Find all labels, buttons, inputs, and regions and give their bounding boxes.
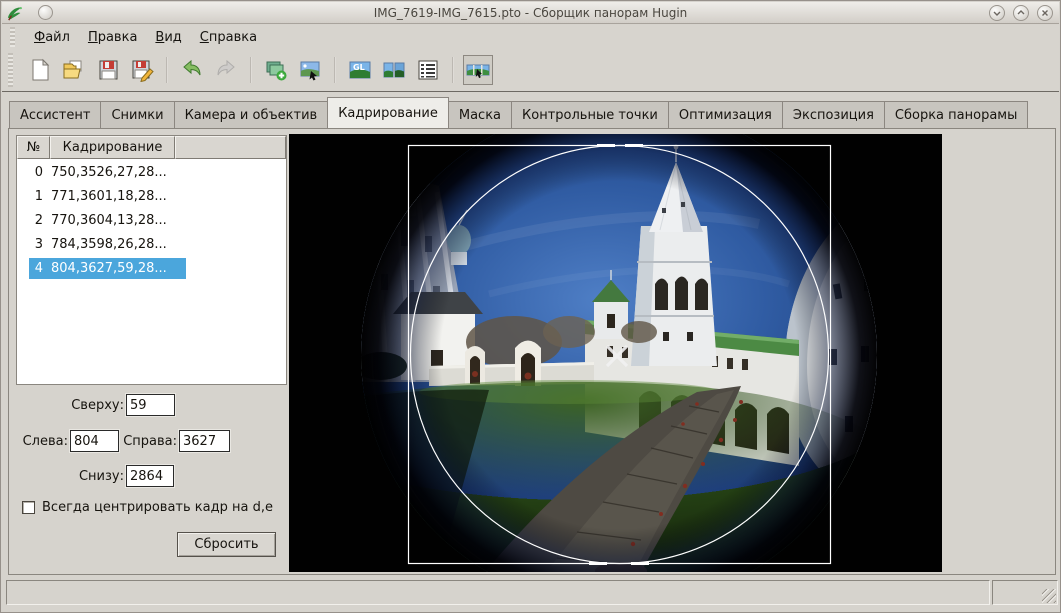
statusbar [2,577,1059,611]
crop-bottom-input[interactable] [126,465,174,487]
right-field-label: Справа: [118,434,177,449]
row-image-number: 4 [29,261,51,276]
bottom-field-label: Снизу: [49,469,124,484]
row-image-number: 2 [29,213,51,228]
close-button[interactable] [1037,5,1053,21]
row-image-number: 0 [29,165,51,180]
tab-camera-lens[interactable]: Камера и объектив [174,101,329,128]
minimize-button[interactable] [989,5,1005,21]
titlebar[interactable]: IMG_7619-IMG_7615.pto - Сборщик панорам … [2,2,1059,24]
svg-text:GL: GL [353,63,365,72]
crop-list-row[interactable]: 3784,3598,26,28... [29,234,186,255]
row-image-number: 3 [29,237,51,252]
toolbar-separator [250,57,252,83]
column-header-number[interactable]: № [17,136,50,159]
tab-crop[interactable]: Кадрирование [327,97,449,128]
hugin-window: IMG_7619-IMG_7615.pto - Сборщик панорам … [0,0,1061,613]
status-message-area [6,580,990,605]
column-header-empty[interactable] [175,136,286,159]
window-title: IMG_7619-IMG_7615.pto - Сборщик панорам … [2,6,1059,20]
titlebar-menu-button[interactable] [38,5,53,20]
column-header-crop[interactable]: Кадрирование [50,136,175,159]
crop-tab-panel: № Кадрирование 0750,3526,27,28...1771,36… [8,128,1056,575]
crop-image-canvas[interactable] [289,134,942,572]
crop-list-row[interactable]: 2770,3604,13,28... [29,210,186,231]
row-crop-value: 771,3601,18,28... [51,189,167,204]
crop-right-input[interactable] [179,430,230,452]
row-image-number: 1 [29,189,51,204]
crop-list-row[interactable]: 1771,3601,18,28... [29,186,186,207]
redo-icon[interactable] [211,55,241,85]
row-crop-value: 770,3604,13,28... [51,213,167,228]
menu-help[interactable]: Справка [191,27,266,48]
undo-icon[interactable] [177,55,207,85]
menubar-gripper[interactable] [10,27,15,46]
menu-edit[interactable]: Правка [79,27,146,48]
tab-stitcher[interactable]: Сборка панорамы [884,101,1028,128]
gl-preview-icon[interactable]: GL [345,55,375,85]
add-images-icon[interactable] [261,55,291,85]
menu-file[interactable]: Файл [25,27,79,48]
toolbar-separator [166,57,168,83]
tabbar: АссистентСнимкиКамера и объективКадриров… [2,92,1059,128]
top-field-label: Сверху: [49,398,124,413]
toolbar: GL [2,49,1059,92]
tab-mask[interactable]: Маска [448,101,512,128]
panorama-editor-icon[interactable] [463,55,493,85]
center-crop-checkbox-label: Всегда центрировать кадр на d,e [42,500,273,515]
toolbar-separator [334,57,336,83]
control-points-list-icon[interactable] [413,55,443,85]
preview-panorama-icon[interactable] [379,55,409,85]
hugin-logo-icon [6,5,24,21]
toolbar-separator [452,57,454,83]
maximize-button[interactable] [1013,5,1029,21]
crop-list-row[interactable]: 4804,3627,59,28... [29,258,186,279]
row-crop-value: 784,3598,26,28... [51,237,167,252]
tab-optimizer[interactable]: Оптимизация [668,101,783,128]
new-project-icon[interactable] [25,55,55,85]
save-project-icon[interactable] [93,55,123,85]
menu-view[interactable]: Вид [146,27,190,48]
row-crop-value: 750,3526,27,28... [51,165,167,180]
crop-list-row[interactable]: 0750,3526,27,28... [29,162,186,183]
tab-control-points[interactable]: Контрольные точки [511,101,669,128]
save-as-icon[interactable] [127,55,157,85]
menubar: ФайлПравкаВидСправка [2,25,1059,49]
crop-left-input[interactable] [70,430,119,452]
tab-exposure[interactable]: Экспозиция [782,101,885,128]
toolbar-gripper[interactable] [8,53,13,87]
resize-grip[interactable] [1042,589,1056,603]
add-time-series-icon[interactable] [295,55,325,85]
image-crop-list[interactable]: № Кадрирование 0750,3526,27,28...1771,36… [16,135,287,385]
row-crop-value: 804,3627,59,28... [51,261,167,276]
center-crop-checkbox[interactable] [22,501,35,514]
status-grip-cell [992,580,1058,605]
open-project-icon[interactable] [59,55,89,85]
tab-assistant[interactable]: Ассистент [9,101,101,128]
left-field-label: Слева: [14,434,68,449]
crop-top-input[interactable] [126,394,175,416]
reset-crop-button[interactable]: Сбросить [177,532,276,557]
tab-images[interactable]: Снимки [100,101,174,128]
